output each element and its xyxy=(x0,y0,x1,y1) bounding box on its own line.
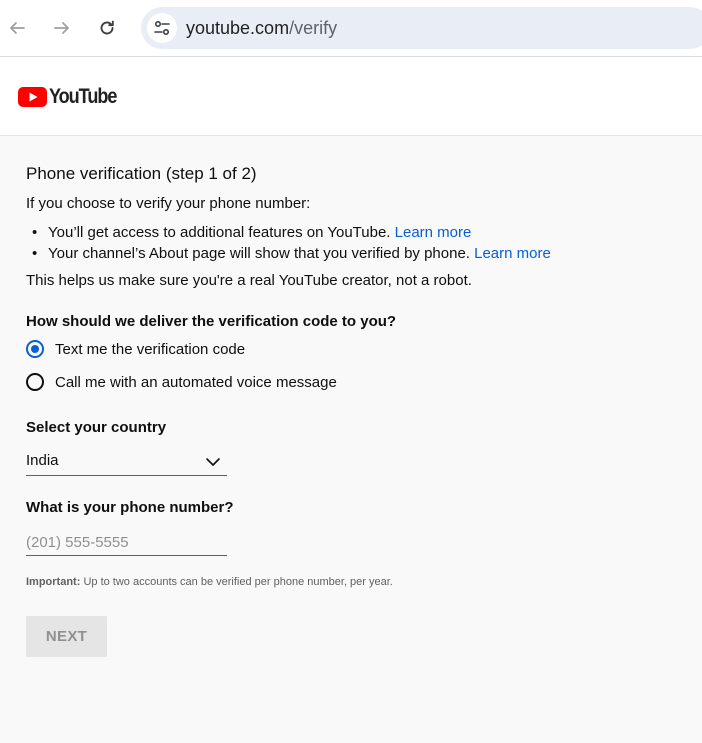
reload-icon xyxy=(100,20,114,35)
site-info-button[interactable] xyxy=(147,13,177,43)
radio-button[interactable] xyxy=(26,373,44,391)
country-label: Select your country xyxy=(26,419,167,436)
youtube-play-icon xyxy=(18,87,47,107)
arrow-right-icon xyxy=(54,22,69,34)
benefit-text: You’ll get access to additional features… xyxy=(48,224,395,241)
back-button[interactable] xyxy=(3,14,31,42)
url-text[interactable]: youtube.com/verify xyxy=(186,18,337,39)
forward-button[interactable] xyxy=(48,14,76,42)
page-title: Phone verification (step 1 of 2) xyxy=(26,164,257,183)
tune-icon xyxy=(154,20,170,36)
youtube-logo-text: YouTube xyxy=(49,85,117,108)
benefits-list: You’ll get access to additional features… xyxy=(32,222,551,264)
chevron-down-icon xyxy=(206,458,220,466)
radio-button-checked[interactable] xyxy=(26,340,44,358)
youtube-logo[interactable]: YouTube xyxy=(18,85,127,109)
radio-label: Text me the verification code xyxy=(55,340,246,358)
url-host: youtube.com xyxy=(186,18,290,38)
list-item: Your channel’s About page will show that… xyxy=(32,243,551,264)
robot-note: This helps us make sure you're a real Yo… xyxy=(26,272,472,289)
phone-label: What is your phone number? xyxy=(26,499,234,516)
learn-more-link[interactable]: Learn more xyxy=(395,224,472,241)
intro-text: If you choose to verify your phone numbe… xyxy=(26,195,311,212)
radio-text-option[interactable]: Text me the verification code xyxy=(26,340,245,358)
important-note: Important: Up to two accounts can be ver… xyxy=(26,576,393,588)
country-value: India xyxy=(26,452,59,469)
radio-label: Call me with an automated voice message xyxy=(55,373,337,391)
delivery-question: How should we deliver the verification c… xyxy=(26,313,397,330)
reload-button[interactable] xyxy=(93,14,121,42)
url-path: /verify xyxy=(289,18,338,38)
list-item: You’ll get access to additional features… xyxy=(32,222,551,243)
next-button[interactable]: NEXT xyxy=(26,616,107,657)
address-bar[interactable]: youtube.com/verify xyxy=(141,7,702,49)
phone-number-input[interactable] xyxy=(26,529,227,556)
site-header: YouTube xyxy=(0,57,702,136)
radio-dot xyxy=(31,345,39,353)
learn-more-link[interactable]: Learn more xyxy=(474,245,551,262)
country-select[interactable]: India xyxy=(26,449,227,476)
browser-toolbar: youtube.com/verify xyxy=(0,0,702,57)
important-label: Important: xyxy=(26,576,81,588)
benefit-text: Your channel’s About page will show that… xyxy=(48,245,475,262)
arrow-left-icon xyxy=(10,22,25,34)
radio-call-option[interactable]: Call me with an automated voice message xyxy=(26,373,337,391)
important-text: Up to two accounts can be verified per p… xyxy=(80,576,393,588)
